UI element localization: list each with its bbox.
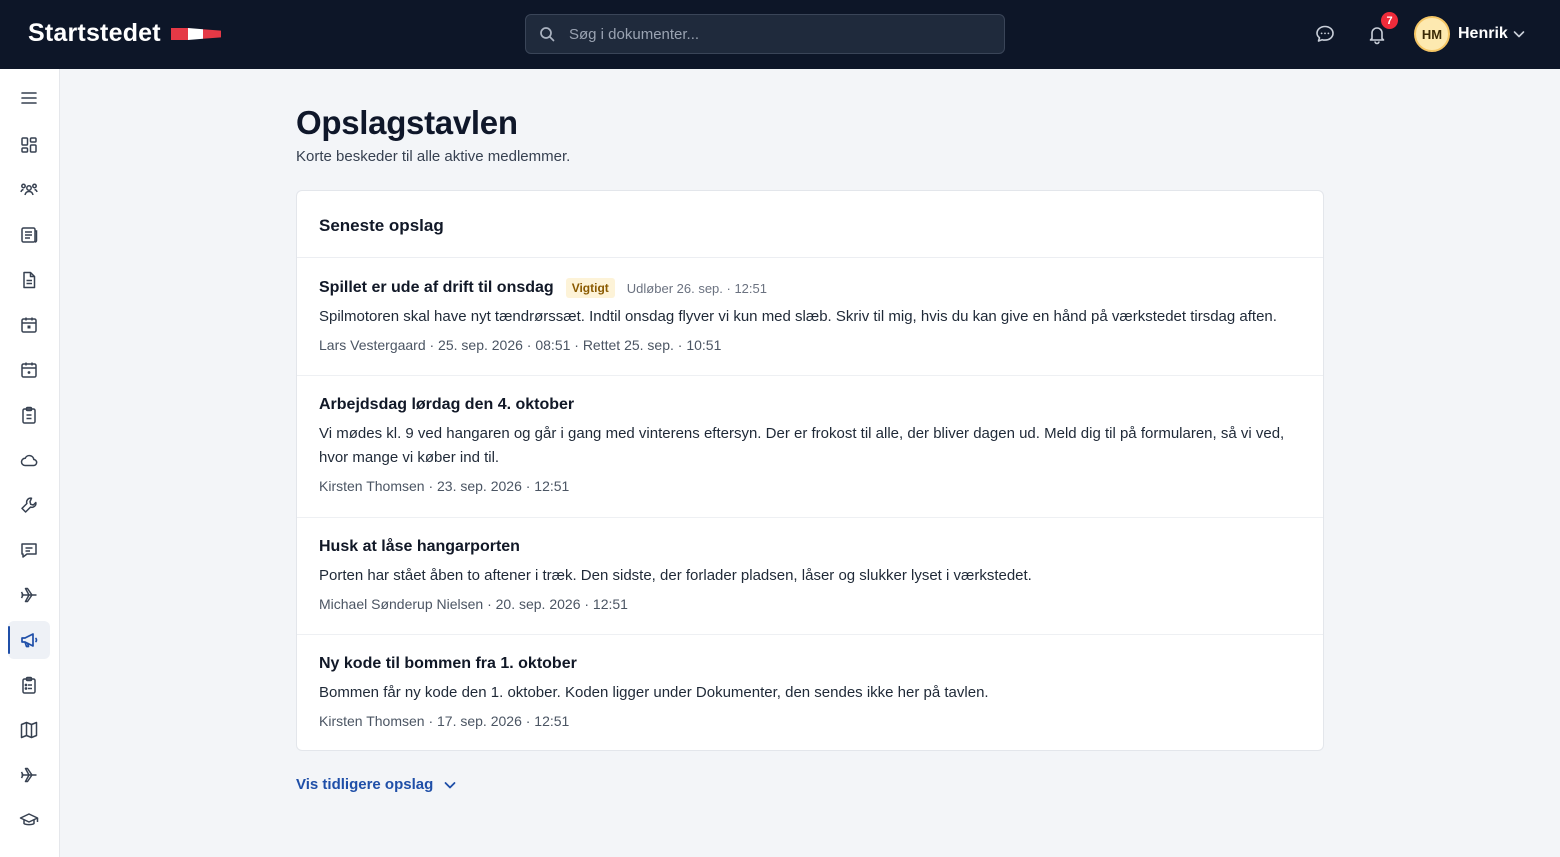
newspaper-icon — [21, 227, 38, 243]
windsock-icon — [170, 27, 221, 40]
post-expiry: Udløber 26. sep. · 12:51 — [626, 280, 767, 296]
posts-card: Seneste opslag Spillet er ude af drift t… — [296, 190, 1324, 751]
chat-icon[interactable] — [1314, 23, 1336, 45]
search-input[interactable] — [569, 25, 1004, 43]
menu-icon — [21, 92, 37, 104]
sidebar-item-documents[interactable] — [8, 261, 50, 299]
sidebar-item-bulletin-board[interactable] — [8, 621, 50, 659]
show-earlier-posts-label: Vis tidligere opslag — [296, 776, 434, 793]
wrench-icon — [21, 497, 37, 513]
avatar[interactable]: HM — [1414, 16, 1450, 52]
checklist-icon — [22, 676, 36, 694]
list-item[interactable]: Ny kode til bommen fra 1. oktober Bommen… — [297, 635, 1323, 750]
page-subtitle: Korte beskeder til alle aktive medlemmer… — [296, 148, 571, 165]
cloud-icon — [20, 454, 38, 467]
calendar-day-icon — [21, 362, 37, 378]
top-bar: Startstedet 7 HM Henrik — [0, 0, 1560, 69]
sidebar-item-workshop[interactable] — [8, 486, 50, 524]
card-title: Seneste opslag — [319, 216, 444, 235]
chevron-down-icon — [444, 781, 456, 788]
brand-logo[interactable]: Startstedet — [28, 19, 221, 48]
plane-icon — [20, 587, 37, 603]
members-icon — [20, 183, 38, 196]
list-item[interactable]: Husk at låse hangarporten Porten har stå… — [297, 518, 1323, 635]
sidebar-item-weather[interactable] — [8, 441, 50, 479]
post-body: Spilmotoren skal have nyt tændrørssæt. I… — [319, 308, 1277, 325]
document-icon — [23, 271, 36, 289]
sidebar-item-aircraft[interactable] — [8, 756, 50, 794]
clipboard-icon — [22, 406, 36, 424]
dashboard-icon — [21, 137, 37, 153]
sidebar-item-messages[interactable] — [8, 531, 50, 569]
search-box[interactable] — [525, 14, 1005, 54]
sidebar-item-logbook[interactable] — [8, 396, 50, 434]
post-meta: Lars Vestergaard · 25. sep. 2026 · 08:51… — [319, 337, 722, 353]
sidebar-item-flights[interactable] — [8, 576, 50, 614]
show-earlier-posts-button[interactable]: Vis tidligere opslag — [296, 776, 457, 793]
post-body: Vi mødes kl. 9 ved hangaren og går i gan… — [319, 425, 1285, 466]
post-body: Bommen får ny kode den 1. oktober. Koden… — [319, 684, 989, 701]
post-meta: Kirsten Thomsen · 17. sep. 2026 · 12:51 — [319, 713, 570, 729]
post-title[interactable]: Spillet er ude af drift til onsdag — [319, 279, 554, 297]
card-header: Seneste opslag — [297, 191, 1323, 258]
page-title: Opslagstavlen — [296, 104, 518, 141]
post-title[interactable]: Husk at låse hangarporten — [319, 538, 520, 556]
notification-badge: 7 — [1381, 12, 1398, 29]
post-title[interactable]: Ny kode til bommen fra 1. oktober — [319, 655, 577, 673]
post-meta: Michael Sønderup Nielsen · 20. sep. 2026… — [319, 596, 628, 612]
chevron-down-icon[interactable] — [1512, 27, 1526, 41]
sidebar-item-map[interactable] — [8, 711, 50, 749]
brand-name: Startstedet — [28, 19, 161, 47]
calendar-icon — [21, 317, 37, 333]
post-meta: Kirsten Thomsen · 23. sep. 2026 · 12:51 — [319, 478, 570, 494]
sidebar-item-members[interactable] — [8, 171, 50, 209]
user-name[interactable]: Henrik — [1458, 25, 1508, 43]
sidebar — [0, 69, 60, 857]
plane-icon — [20, 767, 37, 783]
status-badge: Vigtigt — [565, 278, 615, 298]
list-item[interactable]: Arbejdsdag lørdag den 4. oktober Vi møde… — [297, 376, 1323, 518]
chat-icon — [21, 543, 37, 558]
sidebar-item-news[interactable] — [8, 216, 50, 254]
list-item[interactable]: Spillet er ude af drift til onsdag Vigti… — [297, 259, 1323, 376]
sidebar-item-dashboard[interactable] — [8, 126, 50, 164]
megaphone-icon — [21, 633, 38, 648]
map-icon — [20, 721, 38, 739]
sidebar-item-booking[interactable] — [8, 351, 50, 389]
sidebar-item-checklists[interactable] — [8, 666, 50, 704]
search-icon — [539, 26, 555, 42]
sidebar-item-calendar[interactable] — [8, 306, 50, 344]
sidebar-item-training[interactable] — [8, 801, 50, 839]
graduation-cap-icon — [19, 813, 39, 826]
post-body: Porten har stået åben to aftener i træk.… — [319, 567, 1032, 584]
sidebar-menu-toggle[interactable] — [8, 79, 50, 117]
post-title[interactable]: Arbejdsdag lørdag den 4. oktober — [319, 396, 574, 414]
